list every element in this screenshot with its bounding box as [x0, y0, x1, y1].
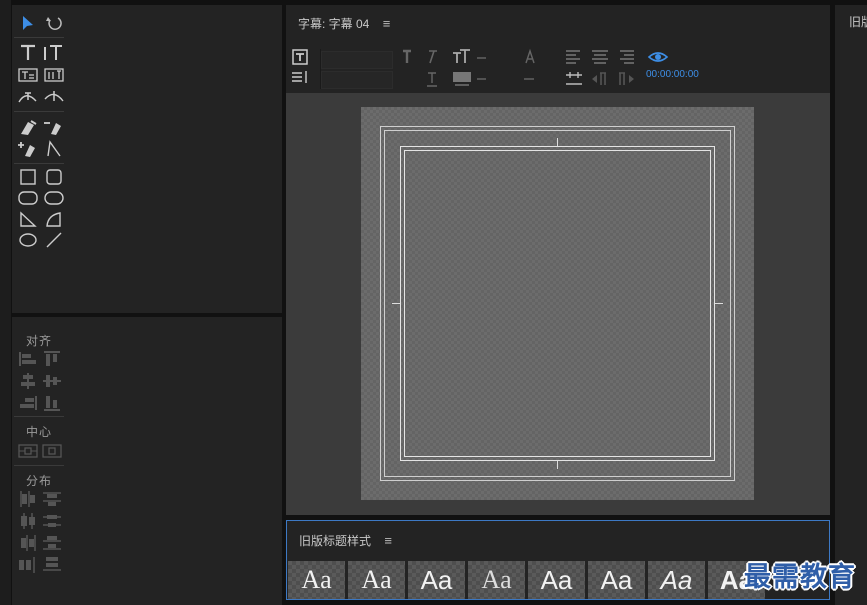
kerning-value-icon	[474, 69, 498, 89]
align-bottom-icon[interactable]	[40, 393, 64, 413]
align-label: 对齐	[26, 334, 53, 348]
add-anchor-point-tool-icon[interactable]	[16, 139, 40, 159]
area-type-tool-icon[interactable]	[16, 65, 40, 85]
ellipse-tool-icon[interactable]	[16, 230, 40, 250]
distribute-right-icon[interactable]	[16, 533, 40, 553]
style-swatch[interactable]: Aa	[588, 561, 645, 599]
center-label: 中心	[26, 425, 53, 439]
font-family-dropdown[interactable]	[320, 49, 393, 89]
tools-separator	[14, 163, 64, 164]
rectangle-tool-icon[interactable]	[16, 167, 40, 187]
left-panel-strip	[0, 0, 11, 605]
title-editor-panel: 字幕: 字幕 04 ≡ 00:00:00:00	[286, 5, 830, 515]
center-mark-top	[557, 138, 558, 146]
title-panel-title-text: 字幕: 字幕 04	[298, 17, 370, 31]
distribute-bottom-icon[interactable]	[40, 533, 64, 553]
title-panel-header: 字幕: 字幕 04 ≡	[286, 5, 830, 41]
font-family-select[interactable]	[321, 51, 393, 69]
center-mark-left	[392, 303, 400, 304]
style-swatch[interactable]: Aa	[408, 561, 465, 599]
tools-separator	[14, 111, 64, 112]
distribute-vertical-even-icon[interactable]	[40, 555, 64, 575]
title-canvas[interactable]	[361, 107, 754, 500]
roll-crawl-options-icon[interactable]	[288, 47, 312, 67]
right-properties-panel: 旧版	[835, 5, 867, 605]
align-panel: 对齐 中心 分布	[12, 317, 282, 605]
wedge-tool-icon[interactable]	[16, 209, 40, 229]
show-background-video-icon[interactable]	[646, 47, 670, 67]
rounded-corner-rectangle-tool-icon[interactable]	[42, 188, 66, 208]
center-mark-bottom	[557, 461, 558, 469]
underline-icon[interactable]	[420, 69, 444, 89]
align-horizontal-center-icon[interactable]	[16, 371, 40, 391]
watermark-logo: 最需教育	[744, 562, 856, 593]
align-separator	[14, 416, 64, 417]
align-separator	[14, 465, 64, 466]
style-swatch[interactable]: Aa	[468, 561, 525, 599]
align-left-icon[interactable]	[16, 349, 40, 369]
title-toolbar: 00:00:00:00	[286, 43, 830, 93]
right-panel-title[interactable]: 旧版	[849, 13, 867, 30]
kerning-icon[interactable]	[450, 69, 474, 89]
type-tool-icon[interactable]	[16, 43, 40, 63]
vertical-type-tool-icon[interactable]	[42, 43, 66, 63]
align-text-left-icon[interactable]	[562, 47, 586, 67]
title-canvas-area	[286, 93, 830, 515]
selection-tool-icon[interactable]	[16, 13, 40, 33]
rounded-rectangle-tool-icon[interactable]	[42, 167, 66, 187]
text-direction-rtl-icon[interactable]	[588, 69, 612, 89]
align-top-icon[interactable]	[40, 349, 64, 369]
leading-icon[interactable]	[518, 47, 542, 67]
align-right-icon[interactable]	[16, 393, 40, 413]
styles-panel-title-text: 旧版标题样式	[299, 534, 372, 548]
path-type-tool-icon[interactable]	[16, 87, 40, 107]
text-direction-ltr-icon[interactable]	[614, 69, 638, 89]
style-swatch[interactable]: Aa	[528, 561, 585, 599]
leading-value-icon	[518, 69, 542, 89]
font-style-select[interactable]	[321, 71, 393, 89]
tools-separator	[14, 37, 64, 38]
align-vertical-center-icon[interactable]	[40, 371, 64, 391]
convert-anchor-point-tool-icon[interactable]	[42, 139, 66, 159]
title-panel-title: 字幕: 字幕 04 ≡	[298, 15, 390, 32]
bold-icon[interactable]	[396, 47, 420, 67]
style-swatch[interactable]: Aa	[648, 561, 705, 599]
style-swatch[interactable]: Aa	[348, 561, 405, 599]
panel-menu-icon[interactable]: ≡	[384, 533, 392, 548]
distribute-horizontal-even-icon[interactable]	[16, 555, 40, 575]
styles-panel-title: 旧版标题样式 ≡	[299, 532, 392, 549]
line-tool-icon[interactable]	[42, 230, 66, 250]
style-swatch[interactable]: Aa	[288, 561, 345, 599]
distribute-top-icon[interactable]	[40, 489, 64, 509]
distribute-left-icon[interactable]	[16, 489, 40, 509]
vertical-area-type-tool-icon[interactable]	[42, 65, 66, 85]
background-video-timecode[interactable]: 00:00:00:00	[646, 69, 699, 80]
center-horizontal-icon[interactable]	[16, 441, 40, 461]
align-text-right-icon[interactable]	[614, 47, 638, 67]
center-mark-right	[715, 303, 723, 304]
rotation-tool-icon[interactable]	[42, 13, 66, 33]
font-size-icon[interactable]	[450, 47, 474, 67]
tab-stops-icon[interactable]	[288, 67, 312, 87]
clipped-corner-rectangle-tool-icon[interactable]	[16, 188, 40, 208]
baseline-shift-icon[interactable]	[562, 69, 586, 89]
pen-tool-icon[interactable]	[16, 117, 40, 137]
align-text-center-icon[interactable]	[588, 47, 612, 67]
panel-menu-icon[interactable]: ≡	[383, 16, 391, 31]
distribute-horizontal-center-icon[interactable]	[16, 511, 40, 531]
center-vertical-icon[interactable]	[40, 441, 64, 461]
distribute-label: 分布	[26, 474, 53, 488]
delete-anchor-point-tool-icon[interactable]	[42, 117, 66, 137]
font-size-value-icon	[474, 47, 498, 67]
italic-icon[interactable]	[420, 47, 444, 67]
arc-tool-icon[interactable]	[42, 209, 66, 229]
vertical-path-type-tool-icon[interactable]	[42, 87, 66, 107]
title-safe-inner	[404, 150, 711, 457]
distribute-vertical-center-icon[interactable]	[40, 511, 64, 531]
tools-panel	[12, 5, 282, 313]
